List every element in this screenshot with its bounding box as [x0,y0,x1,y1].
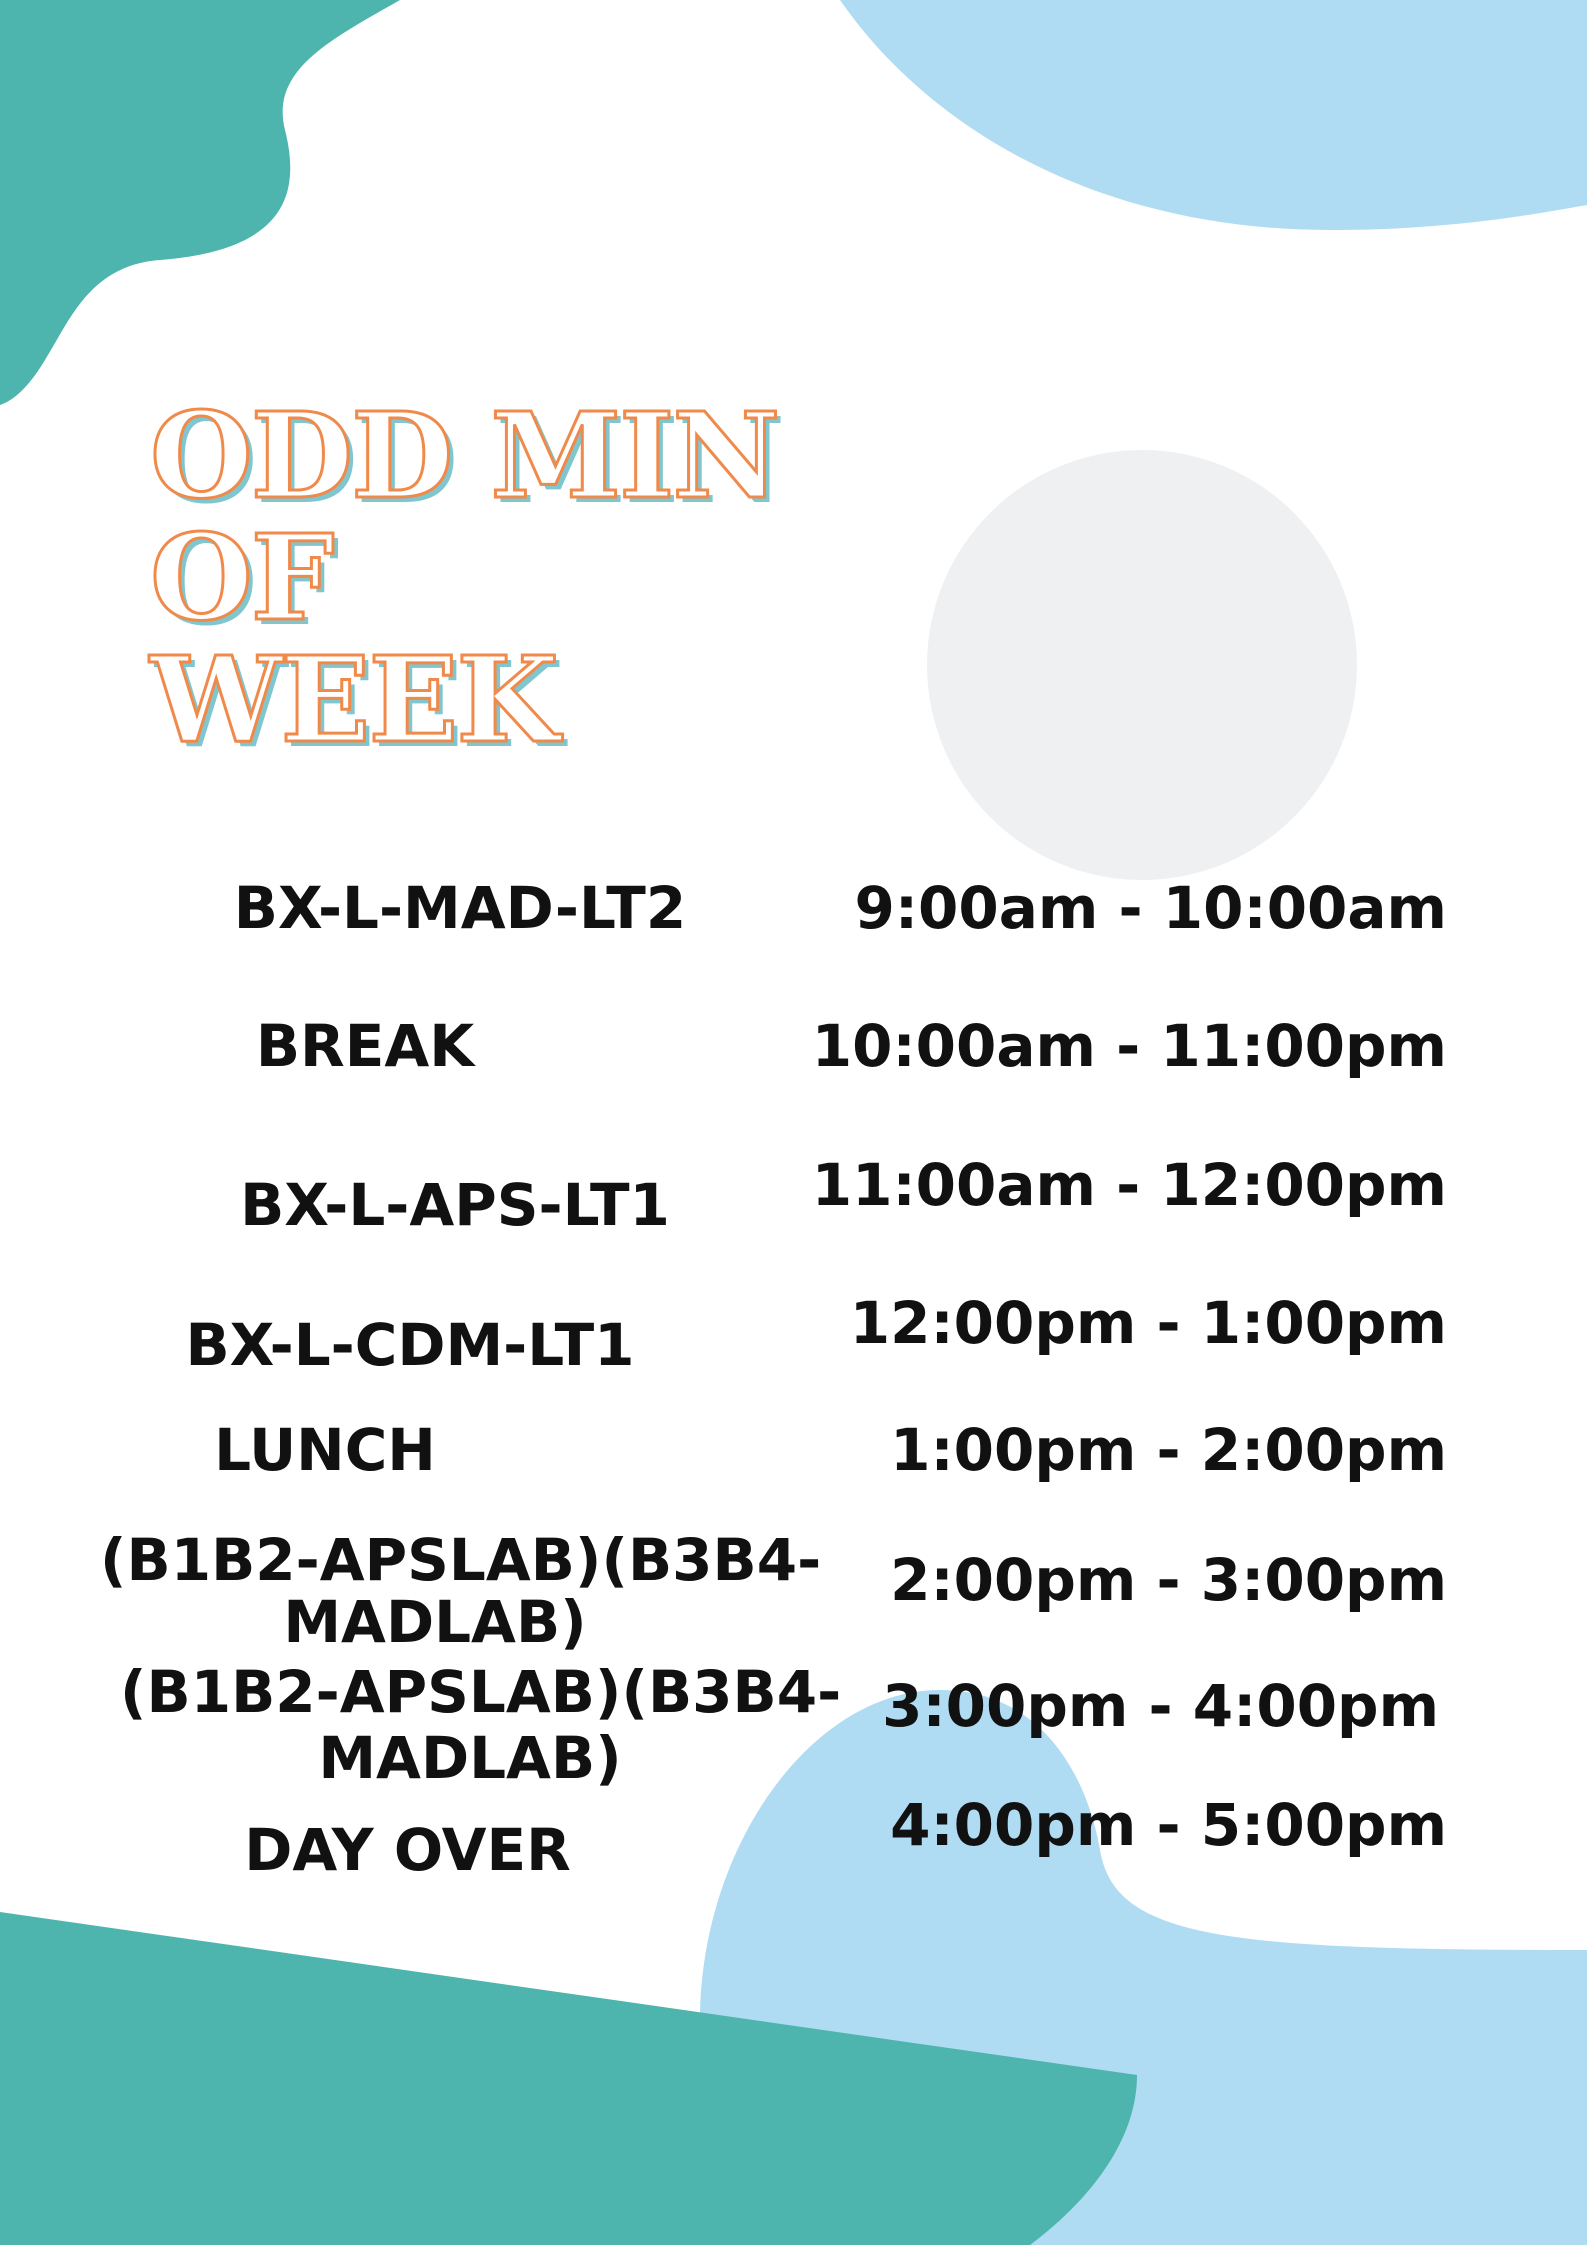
slot-label-7-line-1: (B1B2-APSLAB)(B3B4- [120,1658,842,1726]
background-decoration [0,0,1587,2245]
top-left-teal-blob [0,0,400,405]
page-title: ODD MIN OF WEEK [149,386,970,769]
slot-time-6: 2:00pm - 3:00pm [890,1546,1447,1614]
slot-label-2: BREAK [255,1012,475,1080]
title-line-2: WEEK [149,630,561,769]
slot-time-8: 4:00pm - 5:00pm [890,1791,1447,1859]
slot-time-1: 9:00am - 10:00am [854,874,1448,942]
schedule-poster: ODD MIN OF WEEK BX-L-MAD-LT2 9:00am - 10… [0,0,1587,2245]
slot-time-3: 11:00am - 12:00pm [811,1151,1447,1219]
title-line-1: ODD MIN OF [149,386,782,647]
slot-label-6-line-1: (B1B2-APSLAB)(B3B4- [100,1526,822,1594]
slot-time-7: 3:00pm - 4:00pm [882,1672,1439,1740]
slot-time-5: 1:00pm - 2:00pm [890,1416,1447,1484]
slot-label-7-line-2: MADLAB) [318,1724,622,1792]
slot-label-5: LUNCH [214,1416,436,1484]
grey-circle [927,450,1357,880]
slot-label-3: BX-L-APS-LT1 [240,1171,670,1239]
slot-label-1: BX-L-MAD-LT2 [233,874,687,942]
top-right-blue-blob [840,0,1587,230]
slot-label-8: DAY OVER [244,1816,571,1884]
slot-label-4: BX-L-CDM-LT1 [185,1311,635,1379]
slot-time-2: 10:00am - 11:00pm [811,1012,1447,1080]
slot-label-6-line-2: MADLAB) [283,1588,587,1656]
slot-time-4: 12:00pm - 1:00pm [849,1289,1447,1357]
